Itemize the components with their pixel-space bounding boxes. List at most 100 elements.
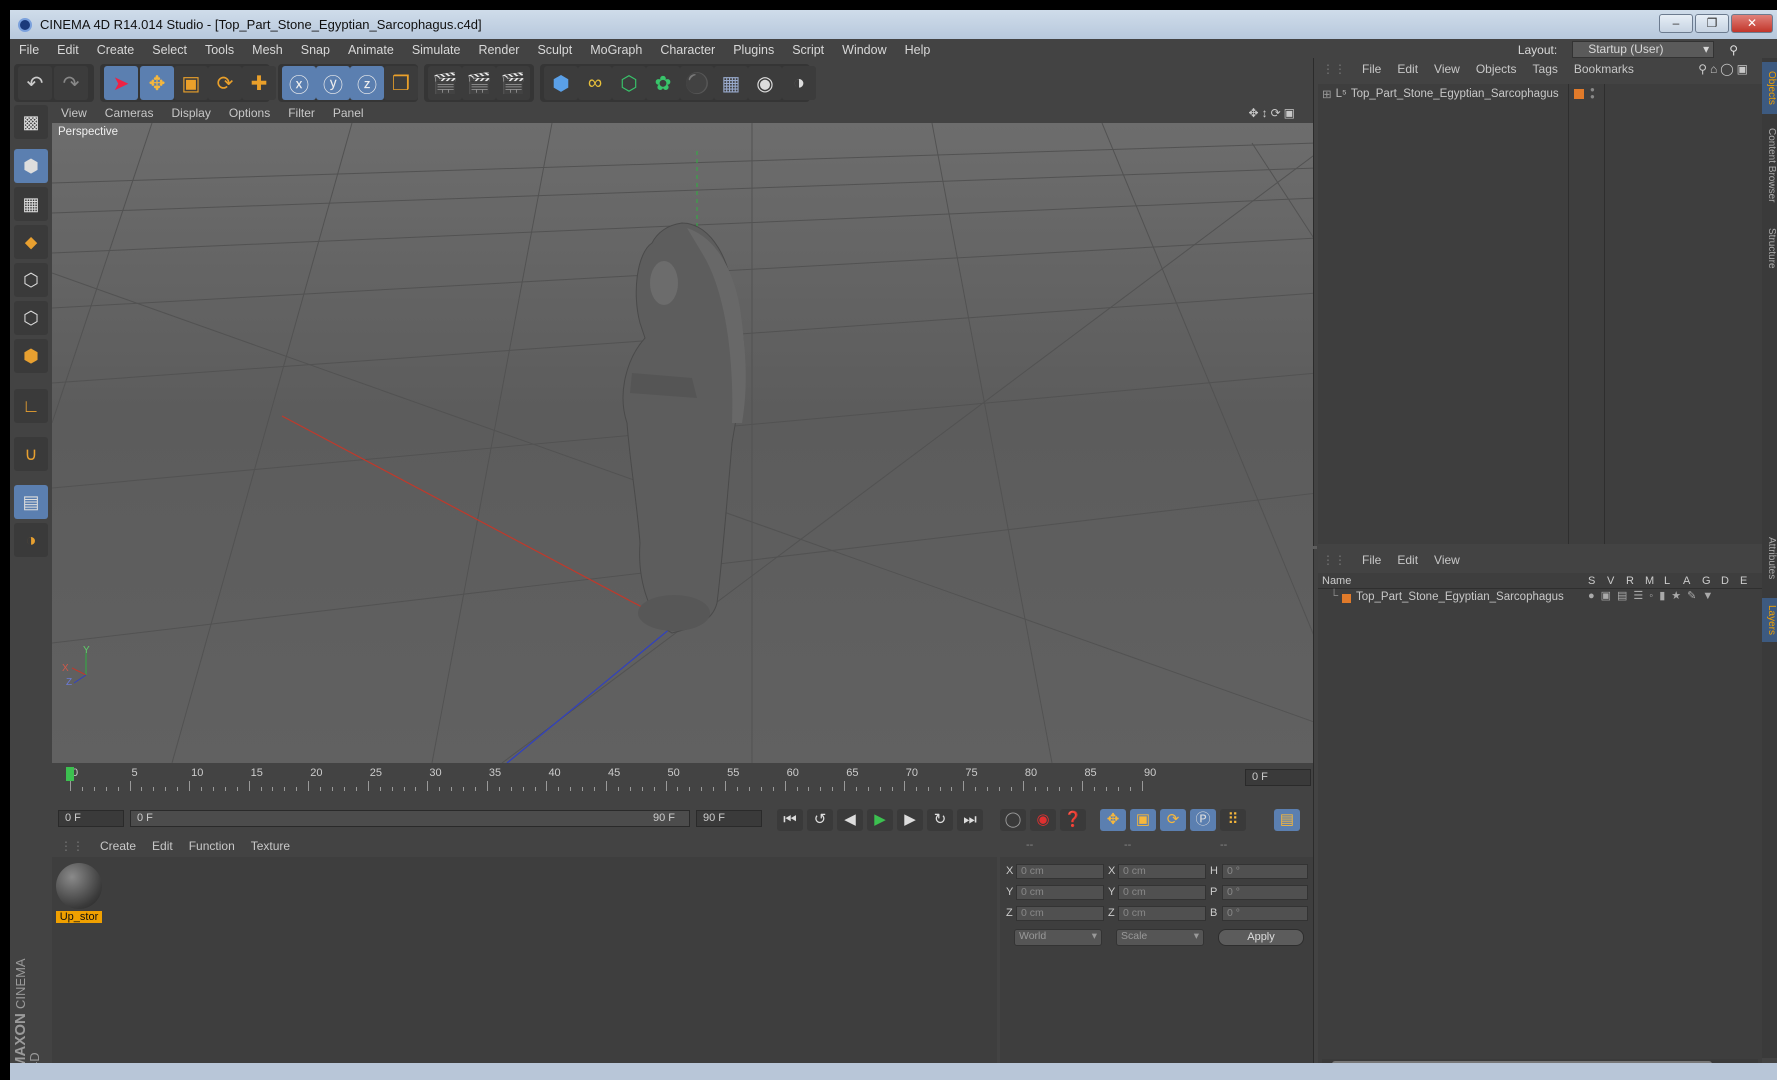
play-icon[interactable]: ▶ [867, 809, 893, 831]
next-key-icon[interactable]: ↻ [927, 809, 953, 831]
edges-mode-icon[interactable]: ⬡ [14, 301, 48, 335]
key-scale-icon[interactable]: ▣ [1130, 809, 1156, 831]
previous-key-icon[interactable]: ↺ [807, 809, 833, 831]
layer-color-tag[interactable] [1574, 89, 1584, 99]
object-name[interactable]: Top_Part_Stone_Egyptian_Sarcophagus [1351, 88, 1559, 100]
col-locked[interactable]: L [1664, 575, 1670, 587]
camera-icon[interactable]: ◉ [748, 66, 782, 100]
move-tool-icon[interactable]: ✥ [140, 66, 174, 100]
tab-attributes[interactable]: Attributes [1762, 528, 1777, 588]
texture-mode-icon[interactable]: ▦ [14, 187, 48, 221]
menu-mograph[interactable]: MoGraph [581, 43, 651, 57]
sarcophagus-mesh[interactable] [622, 222, 746, 634]
visibility-dots-icon[interactable]: ● ● [1590, 86, 1595, 101]
col-generators[interactable]: G [1702, 575, 1711, 587]
material-menu-create[interactable]: Create [92, 839, 144, 853]
go-to-start-icon[interactable]: ⏮ [777, 809, 803, 831]
rotate-tool-icon[interactable]: ⟳ [208, 66, 242, 100]
menu-help[interactable]: Help [896, 43, 940, 57]
live-selection-icon[interactable]: ➤ [104, 66, 138, 100]
undo-icon[interactable]: ↶ [18, 66, 52, 100]
world-dropdown[interactable]: World ▾ [1014, 929, 1102, 946]
search-icon[interactable]: ⚲ [1720, 43, 1747, 57]
rotation-h-field[interactable]: 0 ° [1222, 864, 1308, 879]
scale-tool-icon[interactable]: ▣ [174, 66, 208, 100]
deformer-icon[interactable]: ⚫ [680, 66, 714, 100]
z-axis-lock-icon[interactable]: ⓩ [350, 66, 384, 100]
om-menu-bookmarks[interactable]: Bookmarks [1566, 62, 1642, 76]
render-settings-icon[interactable]: 🎬 [496, 66, 530, 100]
col-animation[interactable]: A [1683, 575, 1690, 587]
points-mode-icon[interactable]: ⬡ [14, 263, 48, 297]
tab-objects[interactable]: Objects [1762, 62, 1777, 114]
material-menu-function[interactable]: Function [181, 839, 243, 853]
viewport-menu-cameras[interactable]: Cameras [96, 106, 163, 120]
tab-content-browser[interactable]: Content Browser [1762, 120, 1777, 210]
magnet-icon[interactable]: ∪ [14, 437, 48, 471]
go-to-end-icon[interactable]: ⏭ [957, 809, 983, 831]
layout-dropdown[interactable]: Startup (User) ▾ [1572, 41, 1715, 58]
current-frame-field[interactable]: 0 F [1245, 769, 1311, 786]
end-frame-field[interactable]: 90 F [696, 810, 762, 827]
menu-sculpt[interactable]: Sculpt [528, 43, 581, 57]
playhead[interactable] [66, 767, 74, 781]
make-editable-icon[interactable]: ▩ [14, 105, 48, 139]
add-tool-icon[interactable]: ✚ [242, 66, 276, 100]
expand-icon[interactable]: ⊞ [1322, 87, 1332, 101]
menu-script[interactable]: Script [783, 43, 833, 57]
menu-select[interactable]: Select [143, 43, 196, 57]
minimize-button[interactable]: – [1659, 14, 1693, 33]
om-menu-tags[interactable]: Tags [1525, 62, 1566, 76]
col-view[interactable]: V [1607, 575, 1614, 587]
light-icon[interactable]: ◑ [782, 66, 816, 100]
tab-layers[interactable]: Layers [1762, 598, 1777, 642]
next-frame-icon[interactable]: ▶ [897, 809, 923, 831]
size-y-field[interactable]: 0 cm [1118, 885, 1206, 900]
x-axis-lock-icon[interactable]: ⓧ [282, 66, 316, 100]
key-position-icon[interactable]: ✥ [1100, 809, 1126, 831]
material-menu-edit[interactable]: Edit [144, 839, 181, 853]
timeline-ruler[interactable]: 0 5 10 15 20 25 30 35 40 45 50 55 60 65 70 75 80 85 90 0 F [52, 765, 1317, 805]
y-axis-lock-icon[interactable]: ⓨ [316, 66, 350, 100]
frame-range-slider[interactable]: 0 F 90 F [130, 810, 690, 827]
subdivision-surface-icon[interactable]: ⬡ [612, 66, 646, 100]
menu-snap[interactable]: Snap [292, 43, 339, 57]
start-frame-field[interactable]: 0 F [58, 810, 124, 827]
apply-button[interactable]: Apply [1218, 929, 1304, 946]
menu-character[interactable]: Character [651, 43, 724, 57]
layer-toggle-icons[interactable]: ●▣▤☰◦▮★✎▼ [1588, 589, 1719, 602]
layer-name[interactable]: Top_Part_Stone_Egyptian_Sarcophagus [1356, 591, 1564, 603]
workplane-mode-icon[interactable]: ⬥ [14, 225, 48, 259]
col-manager[interactable]: M [1645, 575, 1654, 587]
autokey-icon[interactable]: ◉ [1030, 809, 1056, 831]
menu-tools[interactable]: Tools [196, 43, 243, 57]
cube-object-icon[interactable]: ⬢ [544, 66, 578, 100]
menu-simulate[interactable]: Simulate [403, 43, 470, 57]
size-x-field[interactable]: 0 cm [1118, 864, 1206, 879]
render-view-icon[interactable]: 🎬 [428, 66, 462, 100]
spline-icon[interactable]: ∞ [578, 66, 612, 100]
viewport-menu-view[interactable]: View [52, 106, 96, 120]
position-y-field[interactable]: 0 cm [1016, 885, 1104, 900]
position-z-field[interactable]: 0 cm [1016, 906, 1104, 921]
menu-mesh[interactable]: Mesh [243, 43, 292, 57]
col-deformers[interactable]: D [1721, 575, 1729, 587]
menu-edit[interactable]: Edit [48, 43, 88, 57]
om-menu-file[interactable]: File [1354, 62, 1389, 76]
rotation-p-field[interactable]: 0 ° [1222, 885, 1308, 900]
scale-dropdown[interactable]: Scale ▾ [1116, 929, 1204, 946]
menu-animate[interactable]: Animate [339, 43, 403, 57]
menu-plugins[interactable]: Plugins [724, 43, 783, 57]
lm-menu-edit[interactable]: Edit [1389, 553, 1426, 567]
menu-render[interactable]: Render [469, 43, 528, 57]
coordinate-system-icon[interactable]: ❒ [384, 66, 418, 100]
material-menu-texture[interactable]: Texture [243, 839, 298, 853]
om-menu-view[interactable]: View [1426, 62, 1468, 76]
tab-structure[interactable]: Structure [1762, 218, 1777, 278]
viewport-menu-panel[interactable]: Panel [324, 106, 373, 120]
menu-create[interactable]: Create [88, 43, 144, 57]
close-button[interactable]: ✕ [1731, 14, 1773, 33]
menu-file[interactable]: File [10, 43, 48, 57]
om-menu-objects[interactable]: Objects [1468, 62, 1525, 76]
lm-menu-view[interactable]: View [1426, 553, 1468, 567]
